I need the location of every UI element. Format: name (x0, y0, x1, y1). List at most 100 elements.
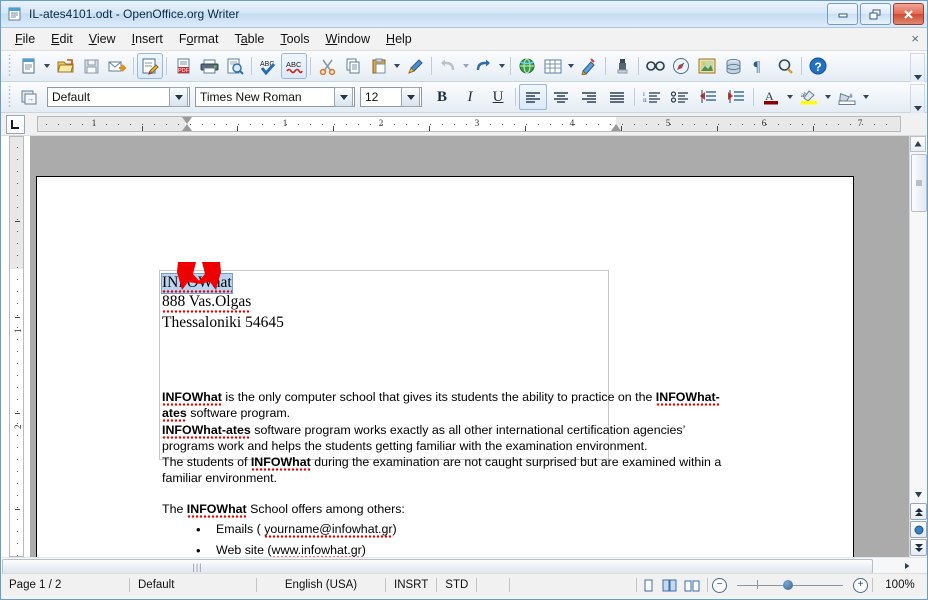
zoom-slider[interactable] (731, 578, 849, 592)
copy-icon[interactable] (340, 53, 366, 79)
print-preview-icon[interactable] (222, 53, 248, 79)
vertical-scrollbar[interactable] (909, 136, 927, 557)
highlighting-dropdown-arrow[interactable] (823, 85, 833, 109)
open-folder-icon[interactable] (52, 53, 78, 79)
menu-file[interactable]: File (7, 30, 43, 48)
standard-toolbar-overflow-button[interactable] (910, 53, 925, 83)
align-right-button[interactable] (575, 84, 603, 110)
page-canvas[interactable]: INFOWhat 888 Vas.Olgas Thessaloniki 5464… (30, 136, 910, 557)
menu-window[interactable]: Window (318, 30, 378, 48)
autospellcheck-icon[interactable]: ABC (281, 53, 307, 79)
align-justified-button[interactable] (603, 84, 631, 110)
increase-indent-button[interactable] (722, 84, 750, 110)
book-view-button[interactable] (683, 578, 701, 592)
status-page[interactable]: Page 1 / 2 (1, 579, 129, 591)
single-page-view-button[interactable] (639, 578, 657, 592)
paragraph-4[interactable]: The INFOWhat School offers among others: (162, 501, 727, 517)
redo-dropdown-arrow[interactable] (497, 54, 507, 78)
paragraph-style-combo[interactable]: Default (47, 87, 190, 107)
table-icon[interactable] (540, 53, 566, 79)
data-sources-icon[interactable] (720, 53, 746, 79)
status-page-style[interactable]: Default (130, 579, 256, 591)
zoom-out-button[interactable]: − (712, 578, 727, 593)
save-icon[interactable] (78, 53, 104, 79)
multi-page-view-button[interactable] (661, 578, 679, 592)
close-document-button[interactable]: × (911, 31, 919, 46)
left-indent-marker[interactable] (182, 124, 192, 131)
new-document-icon[interactable] (16, 53, 42, 79)
table-dropdown-arrow[interactable] (566, 54, 576, 78)
toolbar-grip[interactable] (5, 86, 14, 108)
address-city-line[interactable]: Thessaloniki 54645 (162, 313, 284, 332)
scroll-up-button[interactable] (910, 136, 926, 152)
insert-field-icon[interactable] (609, 53, 635, 79)
status-selection-mode[interactable]: STD (437, 579, 476, 591)
right-indent-marker[interactable] (611, 124, 621, 131)
undo-icon[interactable] (435, 53, 461, 79)
horizontal-scrollbar-thumb[interactable]: ||| (2, 559, 873, 574)
horizontal-ruler[interactable]: 1 1 2 3 4 5 6 7 (37, 116, 901, 132)
zoom-icon[interactable] (772, 53, 798, 79)
document-page[interactable]: INFOWhat 888 Vas.Olgas Thessaloniki 5464… (36, 176, 854, 557)
highlighting-button[interactable]: ab (795, 84, 823, 110)
menu-help[interactable]: Help (378, 30, 420, 48)
font-color-dropdown-arrow[interactable] (785, 85, 795, 109)
bullets-on-off-button[interactable] (666, 84, 694, 110)
show-draw-functions-icon[interactable] (576, 53, 602, 79)
italic-button[interactable]: I (456, 84, 484, 110)
menu-insert[interactable]: Insert (124, 30, 171, 48)
menu-tools[interactable]: Tools (272, 30, 317, 48)
email-link[interactable]: yourname@infowhat.gr (264, 522, 392, 538)
find-replace-icon[interactable] (642, 53, 668, 79)
paragraph-3[interactable]: The students of INFOWhat during the exam… (162, 454, 727, 487)
zoom-slider-handle[interactable] (783, 580, 793, 590)
close-button[interactable] (893, 3, 924, 25)
decrease-indent-button[interactable] (694, 84, 722, 110)
font-name-combo[interactable]: Times New Roman (195, 87, 355, 107)
hyperlink-icon[interactable] (514, 53, 540, 79)
new-dropdown-arrow[interactable] (42, 54, 52, 78)
paragraph-2[interactable]: INFOWhat-ates software program works exa… (162, 422, 727, 455)
align-left-button[interactable] (519, 84, 547, 110)
scroll-right-button[interactable] (888, 559, 926, 572)
background-color-button[interactable] (833, 84, 861, 110)
tab-stop-selector[interactable] (6, 115, 25, 134)
status-language[interactable]: English (USA) (257, 579, 385, 591)
website-link[interactable]: www.infowhat.gr (272, 543, 362, 557)
formatting-toolbar-overflow-button[interactable] (910, 84, 925, 114)
navigator-icon[interactable] (668, 53, 694, 79)
vertical-ruler[interactable]: 1 2 (9, 136, 24, 557)
font-name-dropdown-arrow[interactable] (334, 87, 353, 107)
bold-button[interactable]: B (428, 84, 456, 110)
list-item[interactable]: Web site (www.infowhat.gr) (162, 540, 727, 557)
font-size-combo[interactable]: 12 (360, 87, 422, 107)
zoom-level[interactable]: 100% (873, 579, 927, 591)
undo-dropdown-arrow[interactable] (461, 54, 471, 78)
edit-file-icon[interactable] (137, 53, 163, 79)
background-color-dropdown-arrow[interactable] (861, 85, 871, 109)
font-color-button[interactable]: A (757, 84, 785, 110)
paragraph-style-dropdown-arrow[interactable] (169, 87, 188, 107)
spelling-icon[interactable]: ABC (255, 53, 281, 79)
underline-button[interactable]: U (484, 84, 512, 110)
gallery-icon[interactable] (694, 53, 720, 79)
toolbar-grip[interactable] (5, 55, 14, 77)
print-icon[interactable] (196, 53, 222, 79)
align-center-button[interactable] (547, 84, 575, 110)
zoom-in-button[interactable]: + (853, 578, 868, 593)
maximize-button[interactable] (860, 3, 891, 25)
clone-formatting-icon[interactable] (402, 53, 428, 79)
paste-icon[interactable] (366, 53, 392, 79)
email-document-icon[interactable] (104, 53, 130, 79)
first-line-indent-marker[interactable] (182, 117, 192, 124)
next-page-button[interactable] (910, 539, 927, 556)
menu-table[interactable]: Table (226, 30, 272, 48)
navigation-button[interactable] (910, 521, 927, 538)
help-icon[interactable]: ? (805, 53, 831, 79)
list-item[interactable]: Emails ( yourname@infowhat.gr) (162, 519, 727, 540)
redo-icon[interactable] (471, 53, 497, 79)
export-pdf-icon[interactable]: PDF (170, 53, 196, 79)
previous-page-button[interactable] (910, 503, 927, 520)
status-insert-mode[interactable]: INSRT (386, 579, 436, 591)
cut-icon[interactable] (314, 53, 340, 79)
